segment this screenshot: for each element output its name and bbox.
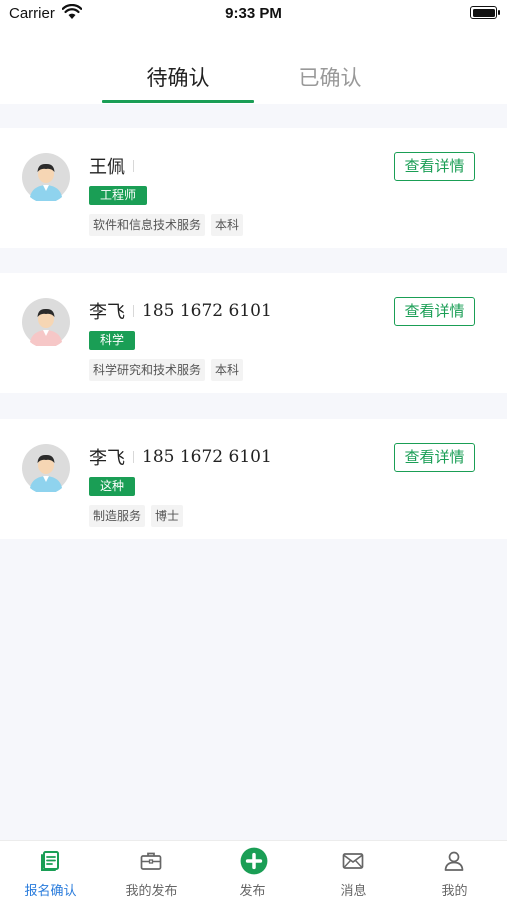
nav-my-posts[interactable]: 我的发布 [101,841,202,900]
battery-icon [470,6,500,19]
bottom-nav: 报名确认 我的发布 发布 消息 我的 [0,840,507,900]
applicant-card: 王佩 工程师 软件和信息技术服务 本科 查看详情 [0,128,507,248]
job-tag: 这种 [89,477,136,496]
divider [133,160,134,172]
nav-label: 我的发布 [125,884,178,899]
info-chips: 科学研究和技术服务 本科 [89,359,244,381]
tab-active-indicator [102,100,254,103]
industry-chip: 制造服务 [89,505,146,527]
nav-messages[interactable]: 消息 [303,841,404,900]
tab-pending[interactable]: 待确认 [102,62,254,92]
education-chip: 博士 [151,505,184,527]
education-chip: 本科 [211,214,244,236]
info-chips: 软件和信息技术服务 本科 [89,214,244,236]
view-details-button[interactable]: 查看详情 [394,443,475,472]
view-details-button[interactable]: 查看详情 [394,152,475,181]
male-avatar-icon [22,153,70,201]
applicant-phone: 185 1672 6101 [142,447,272,467]
nav-label: 发布 [239,884,266,899]
industry-chip: 软件和信息技术服务 [89,214,206,236]
job-tag: 科学 [89,331,136,350]
applicant-card: 李飞 185 1672 6101 这种 制造服务 博士 查看详情 [0,419,507,539]
education-chip: 本科 [211,359,244,381]
applicant-name: 王佩 [89,157,125,178]
nav-label: 消息 [340,884,367,899]
plus-circle-icon [240,847,268,875]
applicant-name: 李飞 [89,302,125,323]
nav-signup-confirm[interactable]: 报名确认 [0,841,101,900]
nav-publish[interactable]: 发布 [202,841,303,900]
name-row: 王佩 [89,152,142,180]
name-row: 李飞 185 1672 6101 [89,443,272,471]
job-tag: 工程师 [89,186,148,205]
nav-label: 报名确认 [24,884,77,899]
industry-chip: 科学研究和技术服务 [89,359,206,381]
tab-bar: 待确认 已确认 [0,28,507,104]
status-bar: Carrier 9:33 PM [0,0,507,28]
male-avatar-icon [22,444,70,492]
tab-confirmed[interactable]: 已确认 [254,62,406,92]
divider [133,451,134,463]
person-icon [444,851,464,871]
applicant-name: 李飞 [89,448,125,469]
name-row: 李飞 185 1672 6101 [89,297,272,325]
applicant-card: 李飞 185 1672 6101 科学 科学研究和技术服务 本科 查看详情 [0,273,507,393]
briefcase-icon [140,852,162,870]
mail-icon [342,853,364,869]
applicant-phone: 185 1672 6101 [142,301,272,321]
nav-mine[interactable]: 我的 [404,841,505,900]
status-time: 9:33 PM [225,5,282,22]
female-avatar-icon [22,298,70,346]
document-icon [41,851,59,871]
divider [133,305,134,317]
nav-label: 我的 [441,884,468,899]
view-details-button[interactable]: 查看详情 [394,297,475,326]
info-chips: 制造服务 博士 [89,505,184,527]
